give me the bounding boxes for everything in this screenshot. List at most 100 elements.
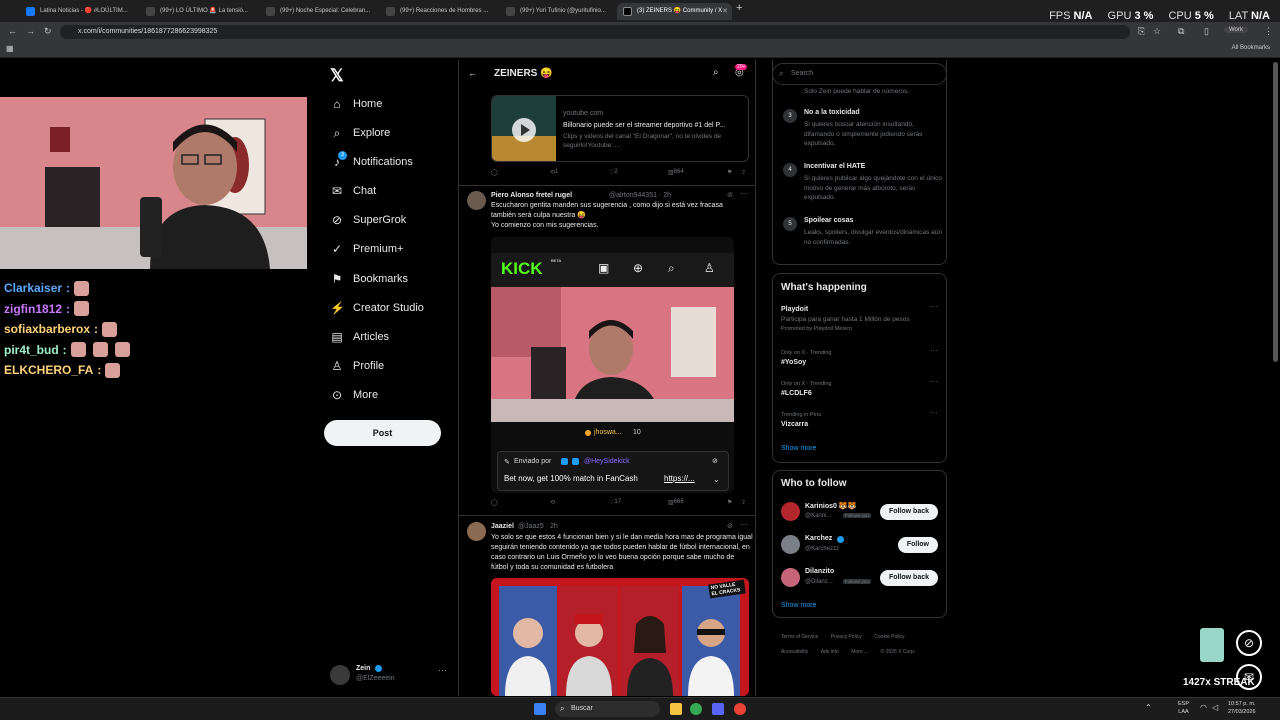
follow-back-button[interactable]: Follow back bbox=[879, 504, 938, 520]
nav-bookmarks[interactable]: ⚑ Bookmarks bbox=[330, 268, 408, 290]
nav-more[interactable]: ⊙ More bbox=[330, 384, 378, 406]
clock[interactable]: 10:57 p. m. 27/03/2026 bbox=[1228, 700, 1256, 716]
discord-icon[interactable] bbox=[712, 703, 724, 715]
share-icon[interactable]: ⇪ bbox=[741, 499, 746, 506]
streak-counter: 1427x STREAK bbox=[1183, 677, 1255, 688]
scrollbar[interactable] bbox=[1273, 62, 1278, 362]
more-icon: ⊙ bbox=[331, 388, 343, 402]
browser-tab[interactable]: (99+) Noche Especial: Celebran... bbox=[260, 3, 378, 20]
search-icon[interactable]: ⌕ bbox=[713, 67, 719, 78]
nav-supergrok[interactable]: ⊘ SuperGrok bbox=[330, 209, 406, 231]
emote-icon bbox=[92, 342, 108, 358]
post-media[interactable]: KICK BETA ▣ ⊕ ⌕ ♙ jhoswa... 10 ✎ Enviado… bbox=[491, 237, 734, 493]
language-indicator[interactable]: ESP LAA bbox=[1178, 700, 1189, 716]
windows-start-icon[interactable] bbox=[534, 703, 546, 715]
browser-tab[interactable]: (99+) LO ÚLTIMO 🚨 La tensió... bbox=[140, 3, 258, 20]
feed-header: ← ZEINERS 😝 ⌕ ◎ 20+ bbox=[459, 60, 755, 88]
link-card[interactable]: youtube.com Billonario puede ser el stre… bbox=[491, 95, 749, 162]
emote-icon bbox=[105, 362, 121, 378]
browser-tab-active[interactable]: (3) ZEINERS 😝 Community / X ✕ bbox=[617, 3, 732, 20]
nav-home[interactable]: ⌂ Home bbox=[330, 93, 382, 115]
menu-icon[interactable]: ⋮ bbox=[1264, 26, 1273, 37]
grok-button[interactable]: ⊘ bbox=[1236, 630, 1262, 656]
trend-item[interactable]: Trending in Peru Vizcarra ··· bbox=[773, 408, 946, 434]
follow-suggestion[interactable]: Karinios0 🐯🐯 @Karini... Follows you Foll… bbox=[773, 499, 946, 525]
back-arrow-icon[interactable]: ← bbox=[468, 68, 477, 78]
more-dots-icon[interactable]: ··· bbox=[930, 302, 938, 311]
taskbar-search[interactable]: ⌕ Buscar bbox=[555, 701, 660, 717]
views-icon[interactable]: ▥ 664 bbox=[668, 169, 684, 176]
nav-premium[interactable]: ✓ Premium+ bbox=[330, 238, 403, 260]
avatar[interactable] bbox=[467, 522, 486, 541]
trend-item[interactable]: Playdoit Participa para ganar hasta 1 Mi… bbox=[773, 302, 946, 338]
emote-icon bbox=[114, 342, 130, 358]
follow-button[interactable]: Follow bbox=[897, 537, 938, 553]
like-icon[interactable]: ♡ 2 bbox=[609, 169, 618, 176]
follow-suggestion[interactable]: Karchez @Karchezzz Follow bbox=[773, 532, 946, 558]
share-icon[interactable]: ⇪ bbox=[741, 169, 746, 176]
community-feed: ← ZEINERS 😝 ⌕ ◎ 20+ youtube.com Billonar… bbox=[458, 60, 756, 696]
verified-icon bbox=[375, 665, 382, 672]
forward-icon[interactable]: → bbox=[26, 26, 35, 36]
grok-icon[interactable]: ⊘ bbox=[727, 191, 733, 199]
volume-icon[interactable]: ◁ bbox=[1212, 703, 1218, 712]
reply-icon[interactable]: ◯ bbox=[491, 499, 498, 506]
more-dots-icon[interactable]: ··· bbox=[740, 189, 748, 198]
browser-tab[interactable]: Latina Noticias - 🔴 #LOÚLTIM... bbox=[20, 3, 138, 20]
account-switcher[interactable]: Zein @ElZeeeein ··· bbox=[330, 663, 450, 687]
nav-chat[interactable]: ✉ Chat bbox=[330, 180, 376, 202]
views-icon[interactable]: ▥ 666 bbox=[668, 499, 684, 506]
post-media[interactable]: NO VALLE EL CRACKS bbox=[491, 578, 749, 696]
trend-item[interactable]: Only on X · Trending #YoSoy ··· bbox=[773, 346, 946, 372]
grok-icon[interactable]: ⊘ bbox=[727, 522, 733, 530]
nav-notifications[interactable]: ♪ 3 Notifications bbox=[330, 151, 413, 173]
retweet-icon[interactable]: ⟲ bbox=[550, 499, 555, 506]
sidekick-promo[interactable]: ✎ Enviado por @HeySidekick ⊘ Bet now, ge… bbox=[497, 451, 729, 491]
browser-tab[interactable]: (99+) Yuri Tufinio (@yuritufinio... bbox=[500, 3, 615, 20]
file-explorer-icon[interactable] bbox=[670, 703, 682, 715]
close-tab-icon[interactable]: ✕ bbox=[722, 3, 728, 20]
install-icon[interactable]: ⎘ bbox=[1138, 26, 1145, 37]
post-button[interactable]: Post bbox=[324, 420, 441, 446]
show-more-link[interactable]: Show more bbox=[781, 602, 816, 609]
extensions-icon[interactable]: ⧉ bbox=[1178, 26, 1184, 37]
more-dots-icon[interactable]: ··· bbox=[740, 520, 748, 529]
more-dots-icon[interactable]: ··· bbox=[930, 377, 938, 386]
bookmark-icon[interactable]: ⚑ bbox=[727, 169, 732, 176]
nav-creator-studio[interactable]: ⚡ Creator Studio bbox=[330, 297, 424, 319]
new-tab-button[interactable]: + bbox=[736, 2, 742, 14]
chevron-down-icon[interactable]: ⌄ bbox=[713, 475, 720, 484]
back-icon[interactable]: ← bbox=[8, 26, 17, 36]
browser-tab[interactable]: (99+) Reacciones de Hombres ... bbox=[380, 3, 498, 20]
profile-chip[interactable]: Work bbox=[1224, 27, 1248, 33]
nav-profile[interactable]: ♙ Profile bbox=[330, 355, 385, 377]
sidekick-icon bbox=[572, 458, 579, 465]
trend-item[interactable]: Only on X · Trending #LCDLF6 ··· bbox=[773, 377, 946, 403]
all-bookmarks[interactable]: All Bookmarks bbox=[1232, 45, 1270, 51]
apps-icon[interactable]: ▦ bbox=[6, 44, 14, 53]
more-dots-icon[interactable]: ··· bbox=[930, 346, 938, 355]
reply-icon[interactable]: ◯ bbox=[491, 169, 498, 176]
chrome-icon[interactable] bbox=[690, 703, 702, 715]
retweet-icon[interactable]: ⟲ 1 bbox=[550, 169, 558, 176]
tray-chevron-icon[interactable]: ⌃ bbox=[1145, 703, 1152, 712]
x-logo-icon[interactable]: 𝕏 bbox=[330, 66, 344, 86]
avatar[interactable] bbox=[467, 191, 486, 210]
bookmark-icon: ⚑ bbox=[331, 272, 343, 286]
follow-back-button[interactable]: Follow back bbox=[879, 570, 938, 586]
like-icon[interactable]: ♡ 17 bbox=[609, 499, 621, 506]
star-icon[interactable]: ☆ bbox=[1153, 26, 1161, 37]
follow-suggestion[interactable]: Dilanzito @Dilanz... Follows you Follow … bbox=[773, 565, 946, 591]
wifi-icon[interactable]: ◠ bbox=[1200, 703, 1207, 712]
browser-icon[interactable] bbox=[734, 703, 746, 715]
kick-logo: KICK bbox=[501, 259, 543, 278]
show-more-link[interactable]: Show more bbox=[781, 445, 816, 452]
bookmark-icon[interactable]: ⚑ bbox=[727, 499, 732, 506]
reload-icon[interactable]: ↻ bbox=[44, 26, 52, 37]
nav-explore[interactable]: ⌕ Explore bbox=[330, 122, 391, 144]
hide-icon: ⊘ bbox=[712, 458, 718, 465]
sidepanel-icon[interactable]: ▯ bbox=[1204, 26, 1209, 37]
more-dots-icon[interactable]: ··· bbox=[930, 408, 938, 417]
nav-articles[interactable]: ▤ Articles bbox=[330, 326, 389, 348]
url-field[interactable]: x.com/i/communities/1861877286623998325 bbox=[60, 25, 1130, 39]
